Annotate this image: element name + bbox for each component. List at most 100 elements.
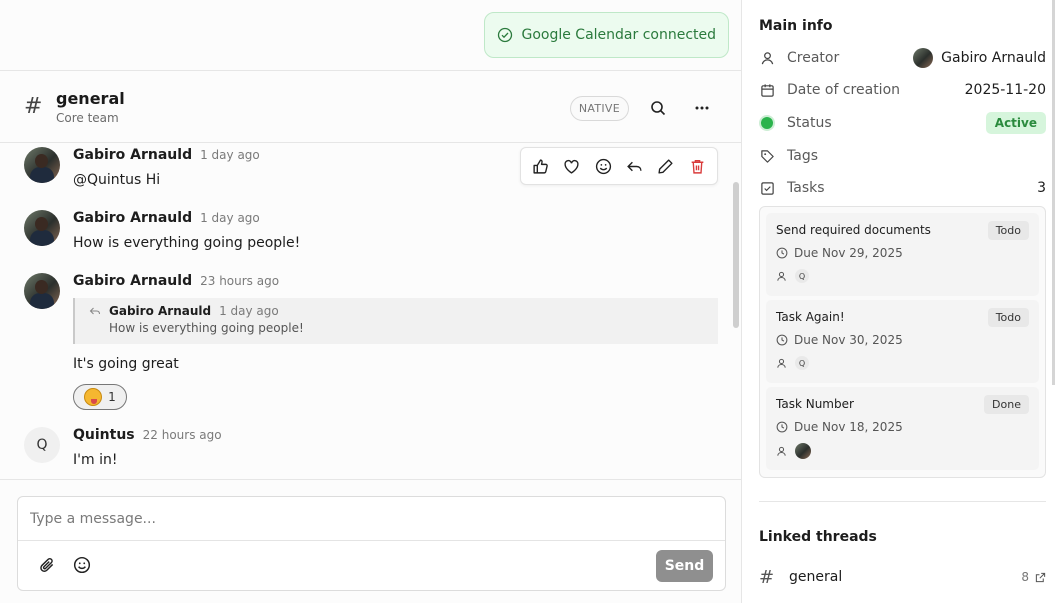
hash-icon: # (759, 566, 775, 588)
user-icon (777, 271, 786, 281)
channel-header: # general Core team NATIVE (0, 71, 741, 143)
like-button[interactable] (529, 154, 553, 178)
reply-button[interactable] (623, 154, 647, 178)
task-card[interactable]: Task Number Done Due Nov 18, 2025 (766, 387, 1039, 470)
quoted-text: How is everything going people! (109, 321, 304, 335)
tasks-row: Tasks 3 (759, 178, 1046, 198)
message-author[interactable]: Gabiro Arnauld (73, 147, 192, 163)
clock-icon (776, 334, 788, 346)
reply-icon (89, 307, 101, 315)
tasks-label: Tasks (787, 180, 825, 196)
message-text: I'm in! (73, 452, 118, 468)
quoted-time: 1 day ago (219, 304, 279, 318)
message-time: 1 day ago (200, 211, 260, 225)
avatar[interactable] (24, 210, 60, 246)
assignee-avatar[interactable]: Q (795, 269, 809, 283)
message-item[interactable]: Gabiro Arnauld 23 hours ago Gabiro Arnaul… (24, 273, 718, 410)
emoji-button[interactable] (71, 554, 93, 576)
message-time: 1 day ago (200, 148, 260, 162)
search-button[interactable] (643, 93, 673, 123)
info-panel: Main info Creator Gabiro Arnauld Date of… (743, 0, 1055, 603)
linked-thread-name[interactable]: general (789, 569, 842, 585)
status-badge[interactable]: Active (985, 112, 1046, 134)
hash-icon: # (24, 94, 43, 119)
assignee-avatar[interactable]: Q (795, 356, 809, 370)
tags-row[interactable]: Tags (759, 146, 1046, 166)
date-value: 2025-11-20 (964, 82, 1046, 98)
task-due: Due Nov 18, 2025 (794, 420, 903, 434)
message-input[interactable] (18, 497, 725, 541)
message-time: 23 hours ago (200, 274, 280, 288)
task-due: Due Nov 30, 2025 (794, 333, 903, 347)
reaction-chip[interactable]: 1 (73, 384, 127, 410)
message-composer: Send (17, 496, 726, 591)
message-actions-toolbar (520, 147, 718, 185)
external-link-icon[interactable] (1035, 572, 1046, 583)
laughing-emoji-icon (84, 388, 103, 406)
avatar[interactable] (24, 273, 60, 309)
heart-button[interactable] (560, 154, 584, 178)
divider (759, 501, 1046, 502)
user-icon (777, 446, 786, 456)
attach-button[interactable] (36, 554, 58, 576)
user-icon (777, 358, 786, 368)
quoted-author: Gabiro Arnauld (109, 304, 212, 318)
paperclip-icon (40, 558, 54, 572)
tags-label: Tags (787, 148, 818, 164)
linked-thread-item[interactable]: # general 8 (759, 566, 1046, 588)
reply-quote[interactable]: Gabiro Arnauld 1 day ago How is everythi… (73, 298, 718, 344)
message-time: 22 hours ago (142, 428, 222, 442)
message-author[interactable]: Gabiro Arnauld (73, 273, 192, 289)
top-bar: Google Calendar connected (0, 0, 741, 71)
message-item[interactable]: Gabiro Arnauld 1 day ago @Quintus Hi (24, 147, 260, 188)
avatar[interactable]: Q (24, 427, 60, 463)
message-item[interactable]: Q Quintus 22 hours ago I'm in! (24, 427, 222, 468)
date-label: Date of creation (787, 82, 901, 98)
thumbs-up-icon (533, 158, 548, 174)
trash-icon (691, 159, 704, 174)
creator-label: Creator (787, 50, 840, 66)
tasks-count: 3 (1037, 180, 1046, 196)
creator-value[interactable]: Gabiro Arnauld (941, 50, 1046, 66)
tag-icon (760, 149, 774, 163)
emoji-reaction-button[interactable] (591, 154, 615, 178)
native-badge: NATIVE (569, 95, 629, 121)
message-text: How is everything going people! (73, 235, 301, 251)
assignee-avatar[interactable] (795, 443, 811, 459)
task-card[interactable]: Send required documents Todo Due Nov 29,… (766, 213, 1039, 296)
message-scrollbar[interactable] (733, 182, 739, 328)
date-row: Date of creation 2025-11-20 (759, 80, 1046, 100)
search-icon (651, 101, 666, 116)
creator-avatar[interactable] (913, 48, 934, 68)
task-status-badge[interactable]: Todo (987, 221, 1029, 240)
message-author[interactable]: Quintus (73, 427, 135, 443)
mention-link[interactable]: @Quintus (73, 172, 141, 188)
channel-title: general (56, 88, 125, 108)
status-dot-icon (761, 117, 773, 129)
tasks-list: Send required documents Todo Due Nov 29,… (759, 206, 1046, 478)
task-due: Due Nov 29, 2025 (794, 246, 903, 260)
channel-subtitle: Core team (56, 110, 119, 125)
status-label: Status (787, 115, 832, 131)
edit-button[interactable] (654, 154, 678, 178)
delete-button[interactable] (685, 154, 709, 178)
creator-row: Creator Gabiro Arnauld (759, 48, 1046, 68)
check-circle-icon (498, 27, 513, 43)
heart-icon (564, 159, 580, 174)
message-item[interactable]: Gabiro Arnauld 1 day ago How is everythin… (24, 210, 300, 251)
reply-icon (627, 161, 642, 171)
status-row: Status Active (759, 112, 1046, 134)
task-status-badge[interactable]: Todo (987, 308, 1029, 327)
more-options-button[interactable] (687, 93, 717, 123)
chat-pane: Google Calendar connected # general Core… (0, 0, 742, 603)
task-card[interactable]: Task Again! Todo Due Nov 30, 2025 Q (766, 300, 1039, 383)
divider (0, 479, 741, 480)
message-author[interactable]: Gabiro Arnauld (73, 210, 192, 226)
reaction-count: 1 (108, 390, 116, 404)
avatar[interactable] (24, 147, 60, 183)
task-status-badge[interactable]: Done (984, 395, 1029, 414)
linked-thread-count: 8 (1021, 570, 1029, 584)
message-list[interactable]: Gabiro Arnauld 1 day ago @Quintus Hi Gabi… (0, 144, 741, 479)
clock-icon (776, 421, 788, 433)
send-button[interactable]: Send (656, 550, 713, 582)
